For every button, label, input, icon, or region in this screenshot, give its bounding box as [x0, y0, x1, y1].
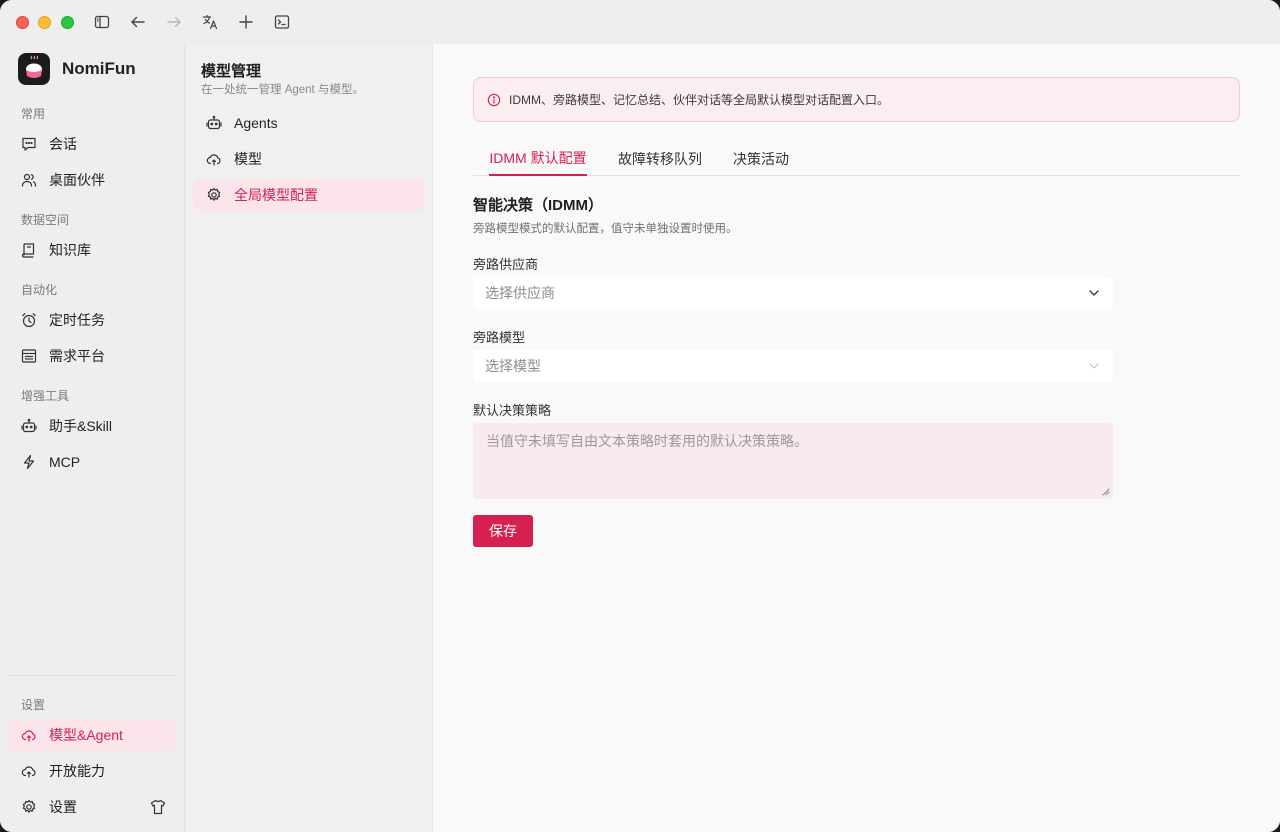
panel-item-models[interactable]: 模型 — [193, 143, 425, 175]
sidebar-item-mcp[interactable]: MCP — [8, 446, 176, 478]
forward-arrow-icon[interactable] — [164, 12, 184, 32]
minimize-window-button[interactable] — [38, 16, 51, 29]
title-bar — [0, 0, 1280, 44]
chevron-down-icon — [1089, 363, 1099, 369]
alarm-icon — [21, 312, 37, 328]
sidebar-item-label: 会话 — [49, 136, 77, 152]
section-label-common: 常用 — [21, 107, 46, 121]
sidebar-item-schedule[interactable]: 定时任务 — [8, 304, 176, 336]
panel-title: 模型管理 — [201, 63, 262, 80]
provider-select[interactable]: 选择供应商 — [473, 277, 1113, 309]
tab-decision-activity[interactable]: 决策活动 — [733, 141, 789, 176]
chevron-down-icon — [1089, 290, 1099, 296]
sidebar: NomiFun 常用 会话 桌面伙伴 数据空间 知识库 自动化 定时任务 需求平… — [0, 44, 185, 832]
section-label-automation: 自动化 — [21, 283, 58, 297]
panel-item-global-model-config[interactable]: 全局模型配置 — [193, 179, 425, 211]
close-window-button[interactable] — [16, 16, 29, 29]
strategy-placeholder: 当值守未填写自由文本策略时套用的默认决策策略。 — [486, 433, 808, 449]
sidebar-item-label: 助手&Skill — [49, 418, 113, 434]
info-alert: IDMM、旁路模型、记忆总结、伙伴对话等全局默认模型对话配置入口。 — [473, 77, 1240, 122]
sidebar-item-assistant[interactable]: 助手&Skill — [8, 410, 176, 442]
section-label-settings: 设置 — [21, 698, 46, 712]
model-placeholder: 选择模型 — [485, 358, 541, 374]
add-tab-icon[interactable] — [236, 12, 256, 32]
sidebar-item-label: 桌面伙伴 — [49, 172, 105, 188]
sidebar-item-label: 需求平台 — [49, 348, 105, 364]
cloud-icon — [206, 151, 222, 167]
cloud-icon — [21, 763, 37, 779]
sidebar-item-knowledge[interactable]: 知识库 — [8, 234, 176, 266]
resize-handle-icon[interactable] — [1101, 487, 1110, 496]
model-select[interactable]: 选择模型 — [473, 350, 1113, 382]
chat-icon — [21, 136, 37, 152]
bolt-icon — [21, 454, 37, 470]
back-arrow-icon[interactable] — [128, 12, 148, 32]
translate-icon[interactable] — [200, 12, 220, 32]
robot-icon — [21, 418, 37, 434]
sidebar-item-label: 开放能力 — [49, 763, 105, 779]
tab-idmm-default[interactable]: IDMM 默认配置 — [489, 141, 587, 176]
panel-item-agents[interactable]: Agents — [193, 107, 425, 139]
sidebar-item-model-agent[interactable]: 模型&Agent — [8, 719, 176, 751]
section-title: 智能决策（IDMM） — [473, 197, 603, 214]
terminal-icon[interactable] — [272, 12, 292, 32]
panel-subtitle: 在一处统一管理 Agent 与模型。 — [201, 84, 364, 96]
app-logo-icon — [18, 53, 50, 85]
strategy-textarea[interactable]: 当值守未填写自由文本策略时套用的默认决策策略。 — [473, 423, 1113, 499]
sidebar-item-label: 定时任务 — [49, 312, 105, 328]
provider-placeholder: 选择供应商 — [485, 285, 555, 301]
sidebar-toggle-icon[interactable] — [92, 12, 112, 32]
panel-item-label: 全局模型配置 — [234, 187, 318, 203]
sidebar-item-label: MCP — [49, 454, 81, 470]
book-icon — [21, 242, 37, 258]
sidebar-item-chat[interactable]: 会话 — [8, 128, 176, 160]
sidebar-item-demand[interactable]: 需求平台 — [8, 340, 176, 372]
users-icon — [21, 172, 37, 188]
info-icon — [487, 93, 501, 106]
panel-item-label: 模型 — [234, 151, 262, 167]
section-description: 旁路模型模式的默认配置，值守未单独设置时使用。 — [473, 223, 738, 235]
sidebar-item-label: 模型&Agent — [49, 727, 123, 743]
brand[interactable]: NomiFun — [18, 53, 136, 85]
alert-text: IDMM、旁路模型、记忆总结、伙伴对话等全局默认模型对话配置入口。 — [509, 93, 889, 107]
model-management-panel: 模型管理 在一处统一管理 Agent 与模型。 Agents 模型 全局模型配置 — [185, 44, 433, 832]
gear-icon — [21, 799, 37, 815]
sidebar-item-label: 设置 — [49, 799, 77, 815]
panel-item-label: Agents — [234, 115, 278, 131]
list-icon — [21, 348, 37, 364]
theme-shirt-icon[interactable] — [149, 798, 167, 816]
section-label-data-space: 数据空间 — [21, 213, 70, 227]
provider-label: 旁路供应商 — [473, 257, 539, 272]
sidebar-item-partner[interactable]: 桌面伙伴 — [8, 164, 176, 196]
zoom-window-button[interactable] — [61, 16, 74, 29]
cloud-icon — [21, 727, 37, 743]
tab-bar: IDMM 默认配置 故障转移队列 决策活动 — [473, 141, 1240, 176]
sidebar-item-label: 知识库 — [49, 242, 91, 258]
app-name: NomiFun — [62, 59, 136, 78]
save-button[interactable]: 保存 — [473, 515, 533, 547]
tab-failover-queue[interactable]: 故障转移队列 — [618, 141, 702, 176]
robot-icon — [206, 115, 222, 131]
app-window: NomiFun 常用 会话 桌面伙伴 数据空间 知识库 自动化 定时任务 需求平… — [0, 0, 1280, 832]
gear-icon — [206, 187, 222, 203]
main-content: IDMM、旁路模型、记忆总结、伙伴对话等全局默认模型对话配置入口。 IDMM 默… — [434, 44, 1280, 832]
sidebar-item-open-ability[interactable]: 开放能力 — [8, 755, 176, 787]
section-label-tools: 增强工具 — [21, 389, 70, 403]
model-label: 旁路模型 — [473, 330, 526, 345]
sidebar-divider — [8, 675, 176, 676]
strategy-label: 默认决策策略 — [473, 403, 552, 418]
